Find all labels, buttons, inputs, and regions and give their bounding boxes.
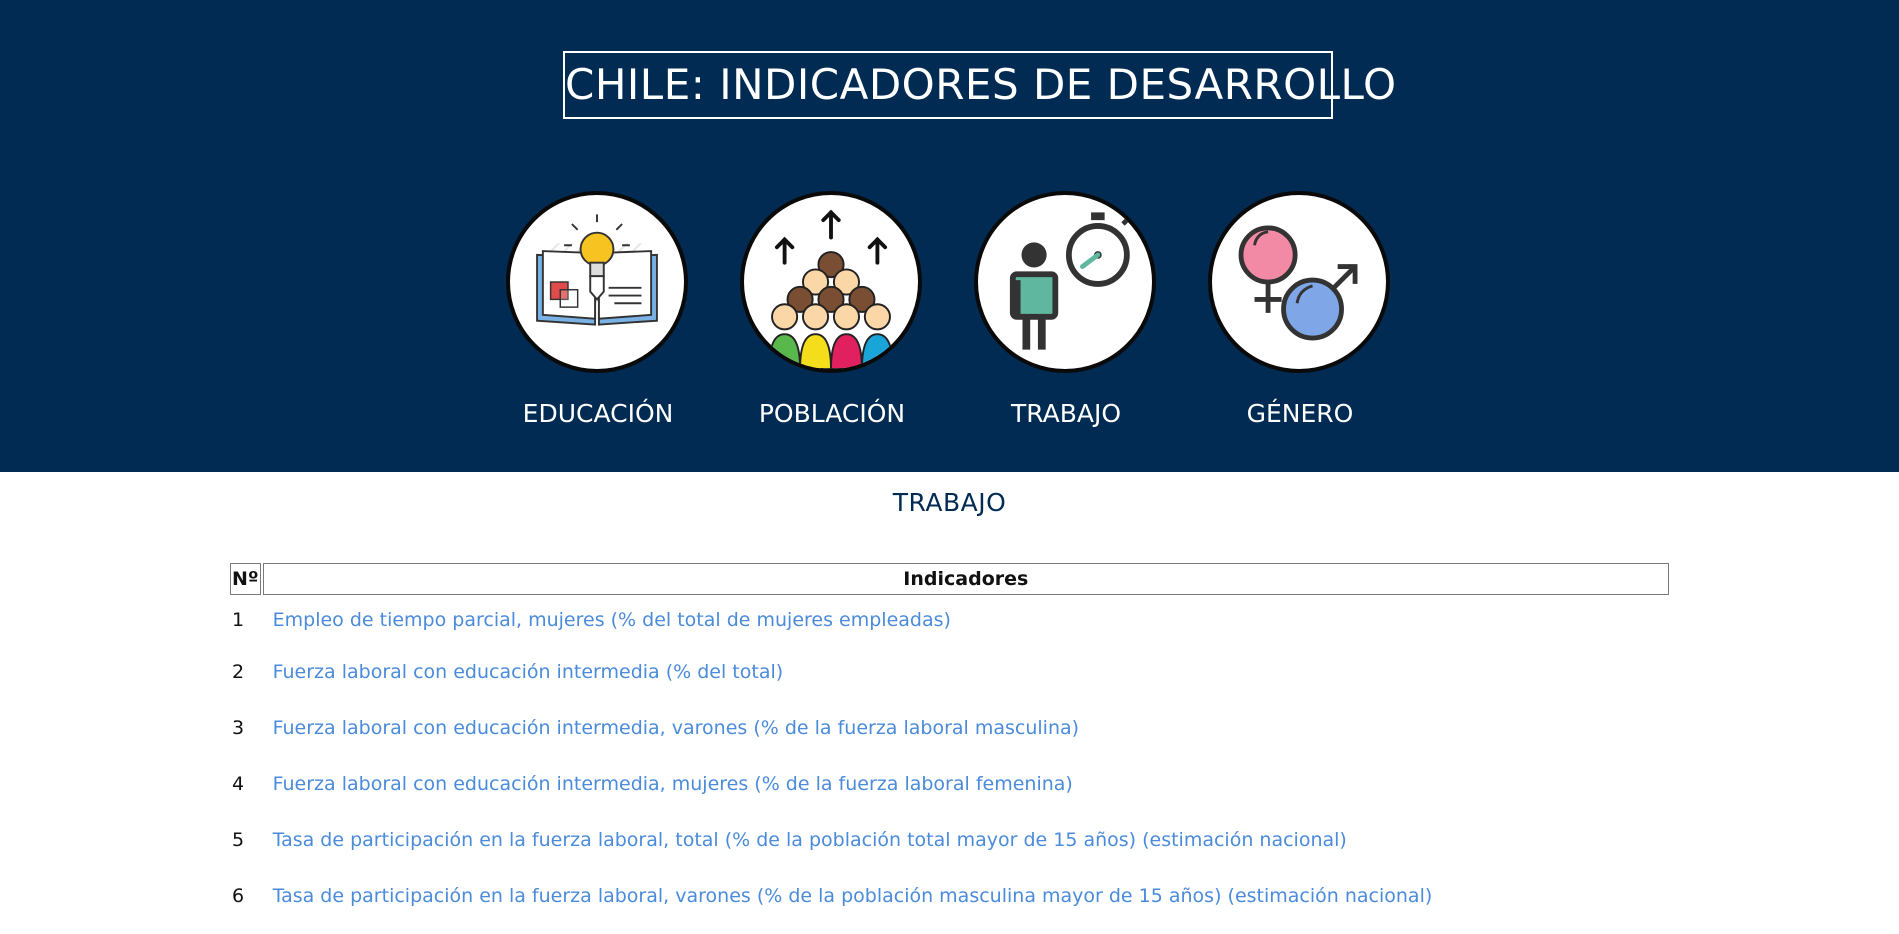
section-title: TRABAJO [892,488,1007,517]
row-number: 4 [232,773,245,795]
indicators-table: Nº Indicadores 1 Empleo de tiempo parcia… [228,561,1671,925]
table-row: 6 Tasa de participación en la fuerza lab… [230,869,1669,923]
indicator-cell: Fuerza laboral con educación intermedia … [263,645,1669,699]
table-row: 2 Fuerza laboral con educación intermedi… [230,645,1669,699]
table-row: 5 Tasa de participación en la fuerza lab… [230,813,1669,867]
gender-icon[interactable] [1208,191,1390,373]
indicator-cell: Tasa de participación en la fuerza labor… [263,813,1669,867]
indicator-cell: Tasa de participación en la fuerza labor… [263,869,1669,923]
table-row: 3 Fuerza laboral con educación intermedi… [230,701,1669,755]
row-number: 5 [232,829,245,851]
category-work[interactable]: TRABAJO [974,191,1158,428]
row-number: 1 [232,609,245,631]
table-row: 1 Empleo de tiempo parcial, mujeres (% d… [230,597,1669,643]
indicator-link[interactable]: Fuerza laboral con educación intermedia,… [273,773,1073,795]
work-icon[interactable] [974,191,1156,373]
indicator-link[interactable]: Tasa de participación en la fuerza labor… [273,829,1347,851]
header-banner: CHILE: INDICADORES DE DESARROLLO EDUCACI… [0,0,1899,472]
row-number: 2 [232,661,245,683]
category-population[interactable]: POBLACIÓN [740,191,924,428]
category-gender[interactable]: GÉNERO [1208,191,1392,428]
indicator-link[interactable]: Empleo de tiempo parcial, mujeres (% del… [273,609,951,631]
category-education[interactable]: EDUCACIÓN [506,191,690,428]
category-label[interactable]: EDUCACIÓN [476,399,720,428]
indicator-link[interactable]: Fuerza laboral con educación intermedia,… [273,717,1079,739]
category-label[interactable]: POBLACIÓN [710,399,954,428]
population-icon[interactable] [740,191,922,373]
row-number: 6 [232,885,245,907]
column-header-number: Nº [230,563,261,595]
column-header-indicators: Indicadores [262,563,1669,595]
education-icon[interactable] [506,191,688,373]
table-row: 4 Fuerza laboral con educación intermedi… [230,757,1669,811]
indicator-link[interactable]: Tasa de participación en la fuerza labor… [273,885,1433,907]
indicator-cell: Fuerza laboral con educación intermedia,… [263,757,1669,811]
row-number: 3 [232,717,245,739]
indicator-link[interactable]: Fuerza laboral con educación intermedia … [273,661,784,683]
indicator-cell: Fuerza laboral con educación intermedia,… [263,701,1669,755]
category-label[interactable]: GÉNERO [1178,399,1422,428]
category-label[interactable]: TRABAJO [944,399,1188,428]
indicator-cell: Empleo de tiempo parcial, mujeres (% del… [263,597,1669,643]
page-title: CHILE: INDICADORES DE DESARROLLO [563,51,1396,119]
table-header-row: Nº Indicadores [230,563,1669,595]
